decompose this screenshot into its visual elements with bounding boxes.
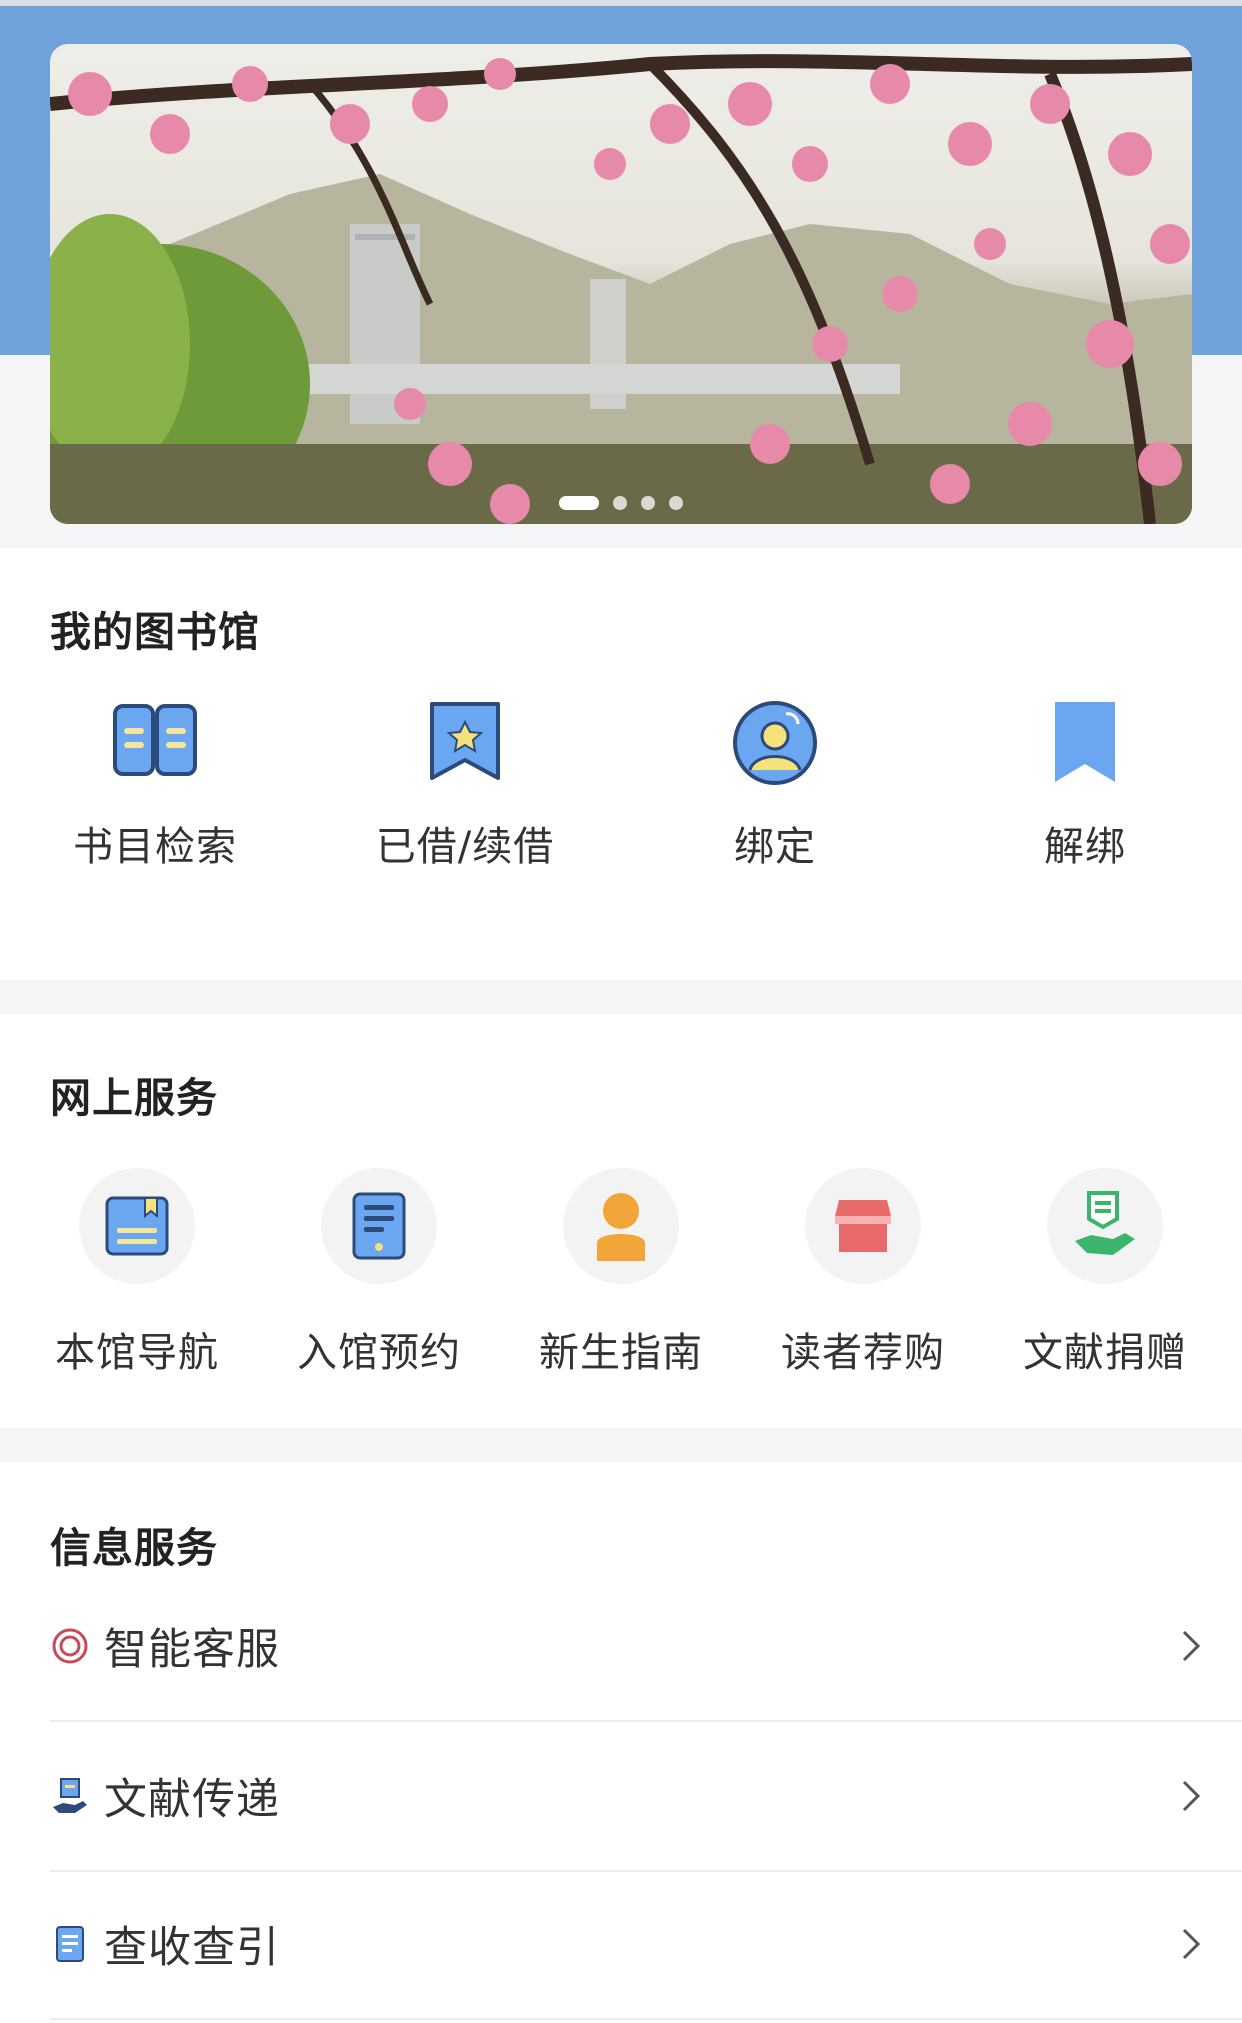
list-item-smart-service[interactable]: 智能客服 — [50, 1572, 1242, 1722]
ring-icon — [52, 1628, 88, 1664]
list-item-citation-search[interactable]: 查收查引 — [50, 1870, 1242, 2020]
info-services-section: 信息服务 智能客服 文献传递 查收查引 — [0, 1462, 1242, 2023]
book-tag-icon — [105, 1196, 169, 1256]
label-document-delivery: 文献传递 — [104, 1775, 280, 1825]
label-reader-recommend: 读者荐购 — [781, 1330, 945, 1376]
carousel-dot-4[interactable] — [669, 496, 683, 510]
document-icon — [56, 1926, 84, 1962]
carousel-dot-2[interactable] — [613, 496, 627, 510]
donation-button[interactable]: 文献捐赠 — [984, 1168, 1226, 1378]
section-title-info-services: 信息服务 — [50, 1524, 218, 1572]
section-title-my-library: 我的图书馆 — [50, 608, 260, 656]
banner-image — [50, 54, 1192, 524]
chevron-right-icon — [1182, 1780, 1201, 1812]
label-freshman-guide: 新生指南 — [539, 1330, 703, 1376]
label-smart-service: 智能客服 — [104, 1625, 280, 1675]
online-services-section: 网上服务 本馆导航 入馆预约 新生指南 读者荐购 文献捐赠 — [0, 1014, 1242, 1428]
visit-reservation-button[interactable]: 入馆预约 — [258, 1168, 500, 1378]
reader-recommend-button[interactable]: 读者荐购 — [742, 1168, 984, 1378]
chevron-right-icon — [1182, 1928, 1201, 1960]
person-icon — [597, 1193, 645, 1261]
bind-button[interactable]: 绑定 — [620, 700, 930, 872]
carousel-dot-1[interactable] — [559, 496, 599, 510]
chevron-right-icon — [1182, 1630, 1201, 1662]
my-library-grid: 书目检索 已借/续借 绑定 解绑 — [0, 700, 1240, 872]
label-library-navigation: 本馆导航 — [55, 1330, 219, 1376]
my-library-section: 我的图书馆 书目检索 已借/续借 绑定 解绑 — [0, 548, 1242, 980]
library-navigation-button[interactable]: 本馆导航 — [16, 1168, 258, 1378]
list-item-document-delivery[interactable]: 文献传递 — [50, 1722, 1242, 1872]
banner-carousel[interactable] — [50, 44, 1192, 524]
shop-icon — [835, 1200, 891, 1252]
freshman-guide-button[interactable]: 新生指南 — [500, 1168, 742, 1378]
star-bookmark-icon — [430, 702, 500, 780]
label-bind: 绑定 — [734, 824, 816, 870]
label-unbind: 解绑 — [1044, 824, 1126, 870]
borrowed-renew-button[interactable]: 已借/续借 — [310, 700, 620, 872]
tablet-doc-icon — [352, 1192, 406, 1260]
online-services-grid: 本馆导航 入馆预约 新生指南 读者荐购 文献捐赠 — [16, 1168, 1226, 1378]
label-search-catalog: 书目检索 — [73, 824, 237, 870]
label-borrowed-renew: 已借/续借 — [375, 824, 555, 870]
hand-doc-icon — [53, 1778, 87, 1813]
unbind-button[interactable]: 解绑 — [930, 700, 1240, 872]
label-donation: 文献捐赠 — [1023, 1330, 1187, 1376]
bookmark-icon — [1055, 702, 1115, 782]
label-visit-reservation: 入馆预约 — [297, 1330, 461, 1376]
label-citation-search: 查收查引 — [104, 1923, 280, 1973]
user-avatar-icon — [733, 701, 817, 785]
carousel-dot-3[interactable] — [641, 496, 655, 510]
section-title-online-services: 网上服务 — [50, 1074, 218, 1122]
hand-donate-icon — [1075, 1191, 1135, 1255]
open-book-icon — [113, 704, 197, 776]
carousel-indicator[interactable] — [50, 496, 1192, 510]
search-catalog-button[interactable]: 书目检索 — [0, 700, 310, 872]
